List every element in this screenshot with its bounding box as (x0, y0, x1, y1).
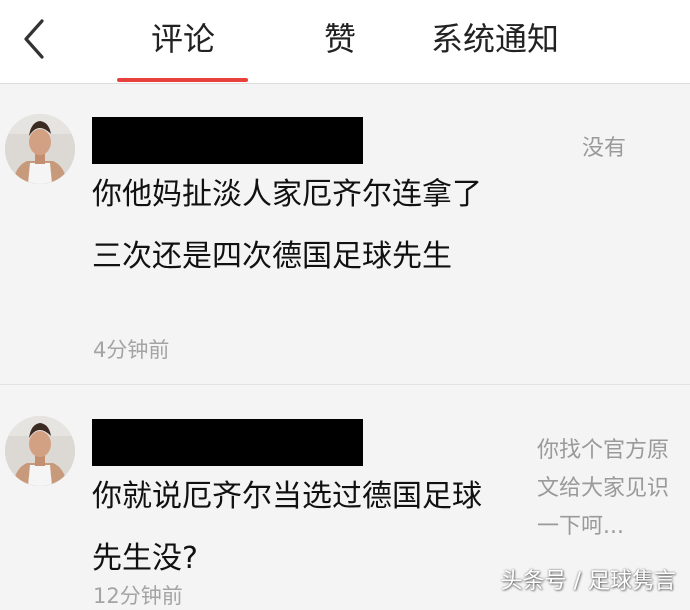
comment-time: 4分钟前 (93, 338, 170, 362)
comment-text: 你他妈扯淡人家厄齐尔连拿了三次还是四次德国足球先生 (92, 177, 482, 274)
comment-text: 你就说厄齐尔当选过德国足球先生没? (92, 479, 482, 576)
watermark: 头条号 / 足球隽言 (500, 569, 676, 594)
original-comment-quote[interactable]: 你找个官方原文给大家见识一下呵... (537, 432, 682, 546)
tab-likes[interactable]: 赞 (300, 14, 380, 64)
comment-time: 12分钟前 (93, 584, 183, 608)
avatar[interactable] (5, 114, 75, 184)
tab-system-notifications[interactable]: 系统通知 (415, 14, 575, 64)
back-icon[interactable] (16, 14, 56, 64)
tab-comments[interactable]: 评论 (118, 14, 248, 64)
original-comment-quote[interactable]: 没有 (582, 130, 682, 168)
redacted-username (92, 117, 363, 164)
redacted-username (92, 419, 363, 466)
top-bar: 评论 赞 系统通知 (0, 0, 690, 84)
avatar[interactable] (5, 416, 75, 486)
list-item[interactable]: 你他妈扯淡人家厄齐尔连拿了三次还是四次德国足球先生 4分钟前 没有 (0, 84, 690, 385)
active-tab-indicator (117, 78, 248, 82)
